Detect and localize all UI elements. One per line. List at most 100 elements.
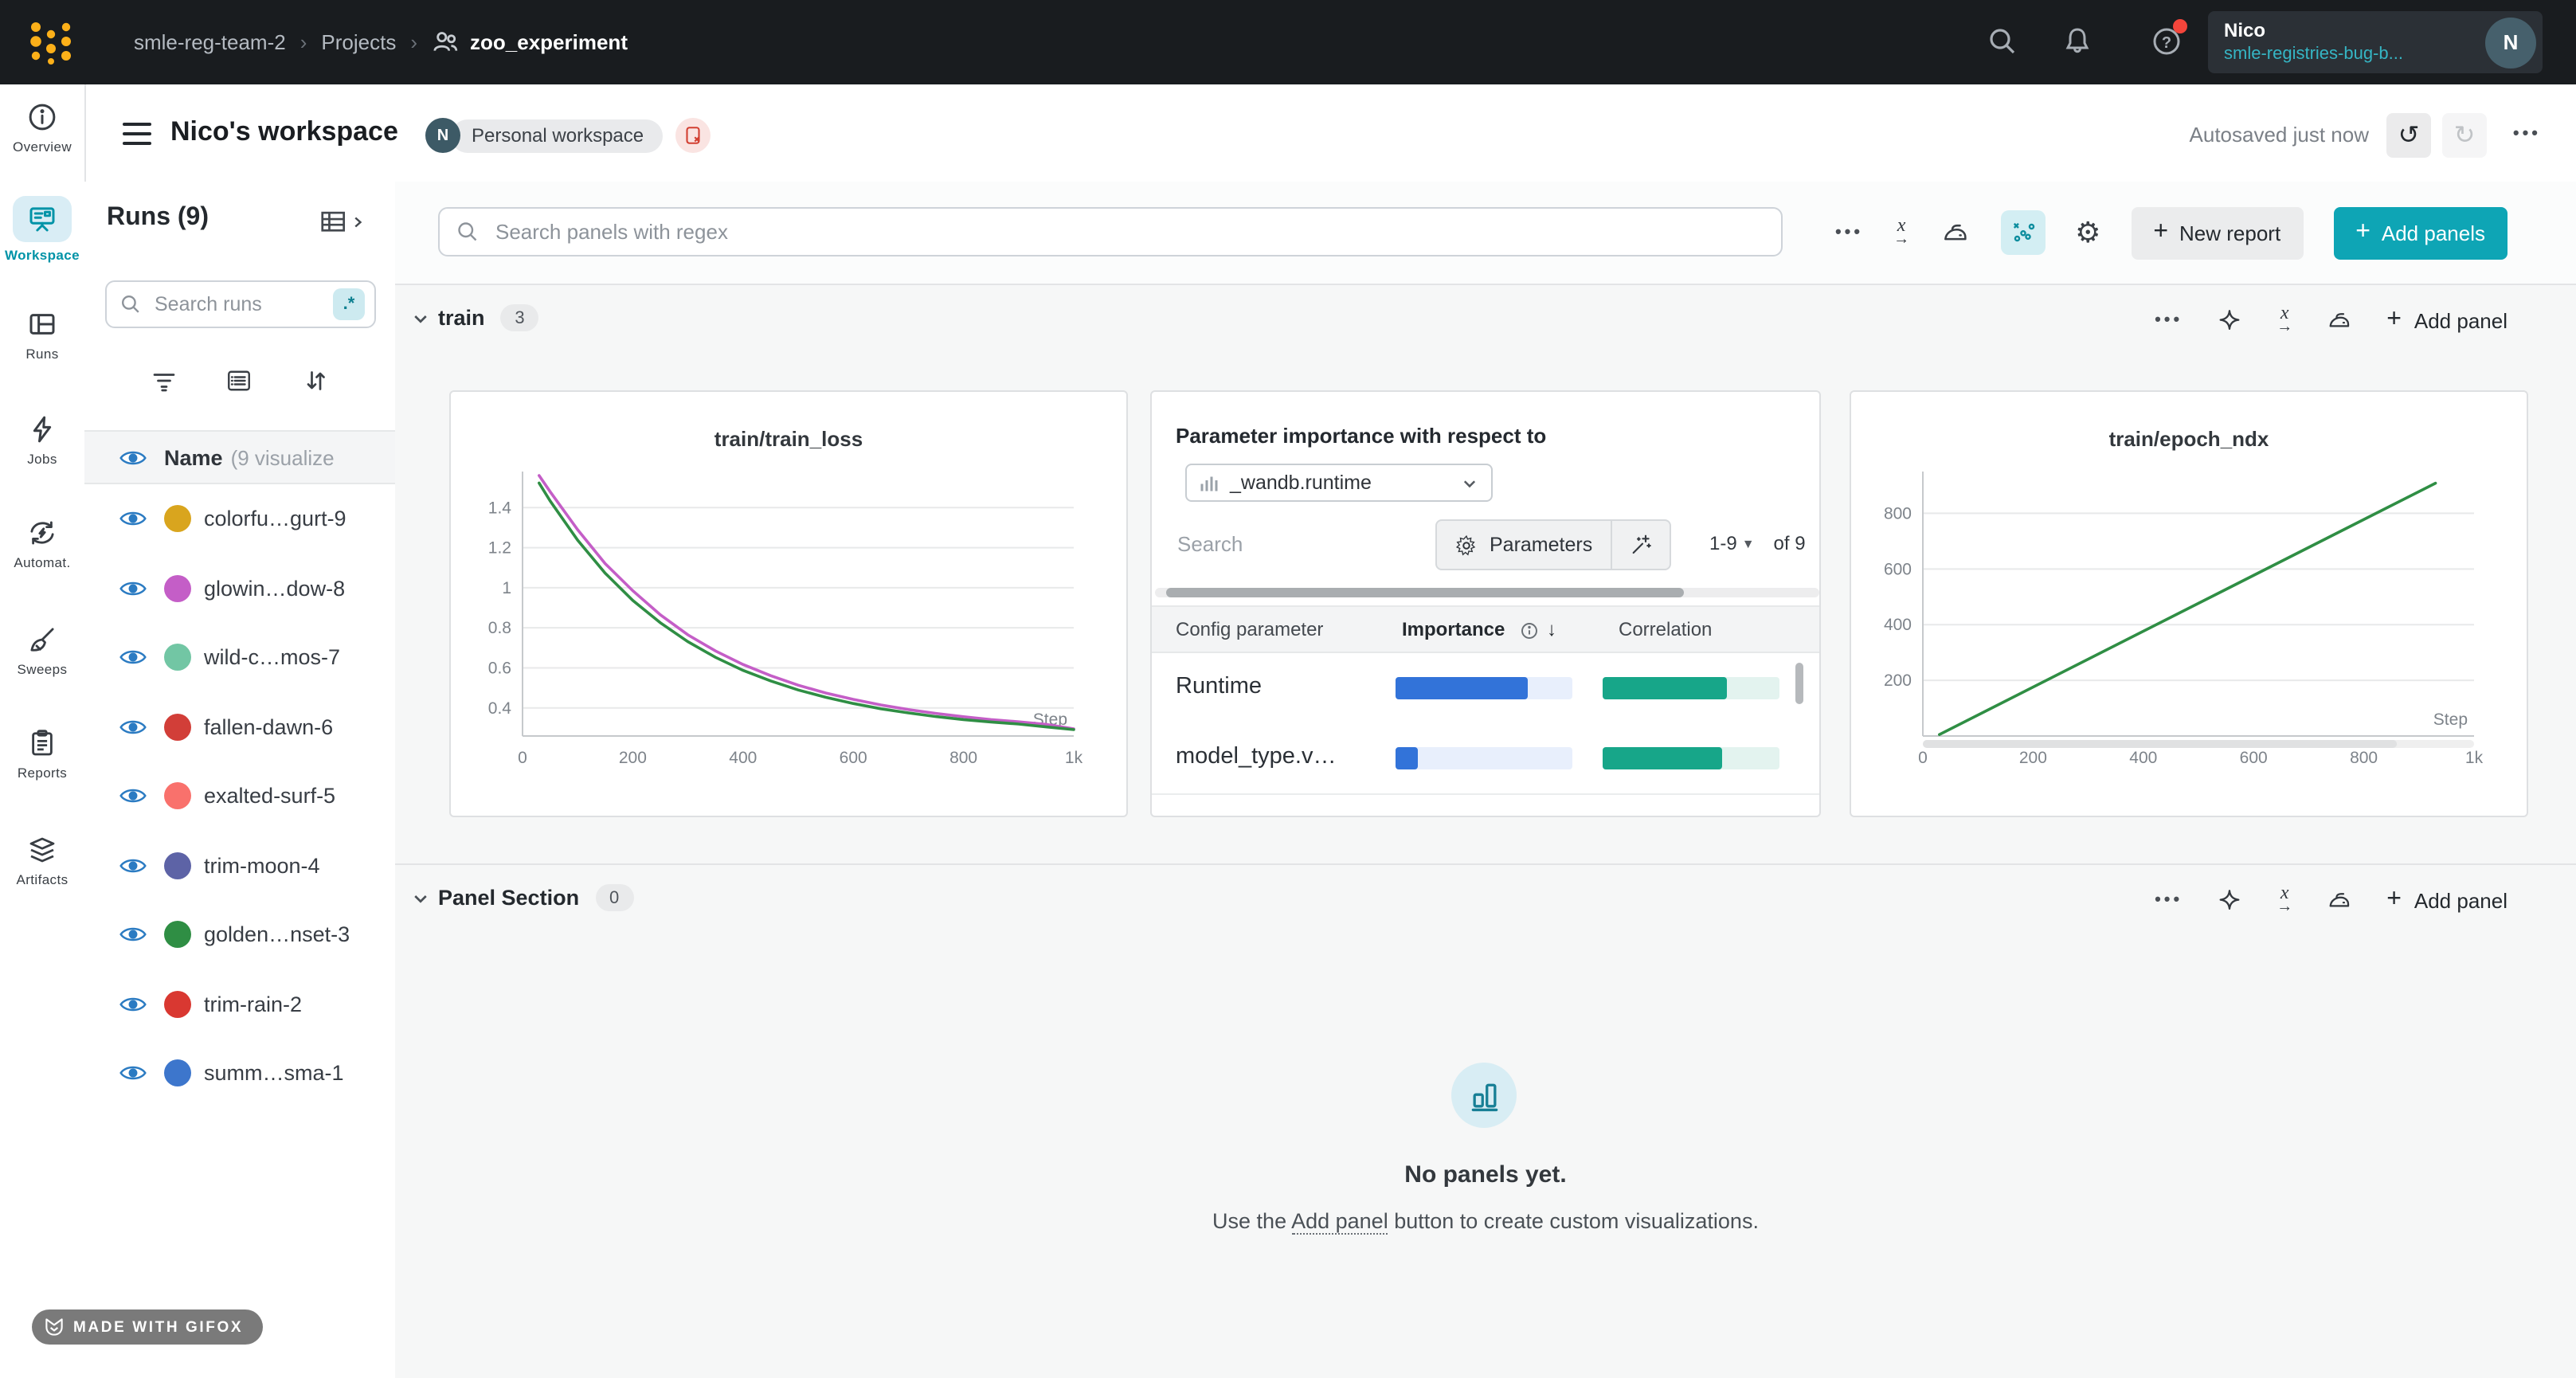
run-row[interactable]: golden…nset-3 <box>84 900 395 969</box>
user-chip[interactable]: Nico smle-registries-bug-b... N <box>2208 11 2543 73</box>
run-row[interactable]: trim-moon-4 <box>84 831 395 900</box>
smoothing-iron-icon[interactable] <box>2326 887 2353 914</box>
settings-gear-icon[interactable]: ⚙ <box>2075 216 2100 249</box>
add-panel-button[interactable]: +Add panel <box>2386 306 2507 335</box>
run-name[interactable]: glowin…dow-8 <box>204 577 345 601</box>
sort-icon[interactable] <box>301 366 330 395</box>
panel-search-input[interactable] <box>492 218 1765 245</box>
toolbar-more-icon[interactable]: ••• <box>1835 223 1863 242</box>
add-panels-button[interactable]: +Add panels <box>2333 206 2507 259</box>
search-icon[interactable] <box>1987 25 2018 57</box>
breadcrumb-project[interactable]: zoo_experiment <box>470 30 628 54</box>
section-title[interactable]: train <box>438 306 485 330</box>
sparkle-pin-icon[interactable] <box>2216 307 2243 334</box>
info-icon[interactable] <box>1520 621 1539 640</box>
section-more-icon[interactable]: ••• <box>2155 311 2183 330</box>
vertical-scrollbar[interactable] <box>1795 663 1803 704</box>
horizontal-scrollbar[interactable] <box>1155 588 1819 597</box>
sidebar-item-artifacts[interactable]: Artifacts <box>0 833 84 887</box>
new-report-button[interactable]: +New report <box>2131 206 2303 259</box>
param-search-placeholder[interactable]: Search <box>1177 532 1243 556</box>
pagination-range[interactable]: 1-9 <box>1709 532 1737 554</box>
smoothing-iron-icon[interactable] <box>2326 307 2353 334</box>
run-name[interactable]: trim-rain-2 <box>204 992 302 1016</box>
visibility-eye-icon[interactable] <box>119 1063 147 1084</box>
run-row[interactable]: wild-c…mos-7 <box>84 623 395 692</box>
sparkle-pin-icon[interactable] <box>2216 887 2243 914</box>
pagination[interactable]: 1-9 ▼ of 9 <box>1709 532 1806 554</box>
sidebar-item-sweeps[interactable]: Sweeps <box>0 623 84 677</box>
smoothing-iron-icon[interactable] <box>1940 217 1970 248</box>
parameters-manager-button[interactable]: Parameters <box>1437 521 1610 569</box>
clear-workspace-button[interactable] <box>675 118 711 153</box>
panel-parameter-importance[interactable]: Parameter importance with respect to _wa… <box>1150 390 1821 817</box>
run-row[interactable]: exalted-surf-5 <box>84 761 395 831</box>
avatar[interactable]: N <box>2485 17 2536 68</box>
run-name[interactable]: summ…sma-1 <box>204 1062 344 1086</box>
sidebar-item-runs[interactable]: Runs <box>0 307 84 362</box>
run-name[interactable]: colorfu…gurt-9 <box>204 507 346 531</box>
undo-button[interactable]: ↺ <box>2386 113 2431 158</box>
visibility-eye-icon[interactable] <box>119 717 147 738</box>
visibility-eye-icon[interactable] <box>119 578 147 599</box>
add-panel-link[interactable]: Add panel <box>1291 1209 1388 1235</box>
visibility-eye-icon[interactable] <box>119 447 147 468</box>
sort-descending-icon[interactable]: ↓ <box>1547 618 1556 640</box>
add-panel-button[interactable]: +Add panel <box>2386 886 2507 914</box>
visibility-eye-icon[interactable] <box>119 509 147 530</box>
notifications-bell-icon[interactable] <box>2061 25 2093 57</box>
run-row[interactable]: colorfu…gurt-9 <box>84 484 395 554</box>
runs-search-input[interactable] <box>151 292 333 317</box>
sidebar-item-jobs[interactable]: Jobs <box>0 413 84 467</box>
column-importance[interactable]: Importance <box>1402 618 1505 640</box>
column-config-parameter[interactable]: Config parameter <box>1176 618 1323 640</box>
header-more-icon[interactable]: ••• <box>2513 124 2541 143</box>
outliers-toggle[interactable] <box>2000 210 2045 255</box>
runs-list-header[interactable]: Name (9 visualize <box>84 430 395 484</box>
run-name[interactable]: trim-moon-4 <box>204 854 320 878</box>
filter-icon[interactable] <box>150 366 178 395</box>
help-icon[interactable]: ? <box>2151 25 2183 57</box>
run-name[interactable]: golden…nset-3 <box>204 923 350 947</box>
column-correlation[interactable]: Correlation <box>1619 618 1712 640</box>
search-icon <box>456 220 480 244</box>
sidebar-item-workspace[interactable]: Workspace <box>0 196 84 263</box>
run-row[interactable]: fallen-dawn-6 <box>84 692 395 761</box>
run-row[interactable]: summ…sma-1 <box>84 1039 395 1108</box>
visibility-eye-icon[interactable] <box>119 786 147 807</box>
redo-button[interactable]: ↻ <box>2442 113 2487 158</box>
regex-toggle[interactable]: .* <box>333 288 365 320</box>
magic-wand-button[interactable] <box>1610 521 1669 569</box>
panel-train-loss[interactable]: train/train_loss 0.40.60.811.21.40200400… <box>449 390 1128 817</box>
visibility-eye-icon[interactable] <box>119 994 147 1015</box>
run-row[interactable]: glowin…dow-8 <box>84 554 395 623</box>
visibility-eye-icon[interactable] <box>119 925 147 945</box>
run-row[interactable]: trim-rain-2 <box>84 969 395 1039</box>
run-name[interactable]: exalted-surf-5 <box>204 785 335 808</box>
param-table-row[interactable]: model_type.v… <box>1152 723 1819 795</box>
x-axis-settings-icon[interactable]: x→ <box>2277 886 2292 914</box>
breadcrumb-projects[interactable]: Projects <box>321 30 396 54</box>
visibility-eye-icon[interactable] <box>119 648 147 668</box>
section-title[interactable]: Panel Section <box>438 886 579 910</box>
x-axis-settings-icon[interactable]: x→ <box>2277 306 2292 335</box>
wandb-logo-icon[interactable] <box>29 19 73 65</box>
visibility-eye-icon[interactable] <box>119 855 147 876</box>
sidebar-item-reports[interactable]: Reports <box>0 726 84 781</box>
sidebar-item-automations[interactable]: Automat. <box>0 516 84 570</box>
run-name[interactable]: fallen-dawn-6 <box>204 715 333 739</box>
panel-epoch-ndx[interactable]: train/epoch_ndx 200400600800020040060080… <box>1850 390 2528 817</box>
run-color-dot <box>164 644 191 671</box>
x-axis-settings-icon[interactable]: x→ <box>1893 218 1909 247</box>
chevron-down-icon[interactable] <box>411 308 430 327</box>
param-table-row[interactable]: Runtime <box>1152 653 1819 725</box>
chevron-down-icon[interactable] <box>411 888 430 907</box>
group-list-icon[interactable] <box>225 366 254 395</box>
run-name[interactable]: wild-c…mos-7 <box>204 646 340 670</box>
section-more-icon[interactable]: ••• <box>2155 891 2183 910</box>
expand-runs-table-button[interactable] <box>319 207 366 237</box>
breadcrumb-team[interactable]: smle-reg-team-2 <box>134 30 286 54</box>
metric-selector-dropdown[interactable]: _wandb.runtime <box>1185 464 1493 502</box>
hamburger-menu-icon[interactable] <box>123 123 151 145</box>
sidebar-item-overview[interactable]: Overview <box>0 100 84 155</box>
